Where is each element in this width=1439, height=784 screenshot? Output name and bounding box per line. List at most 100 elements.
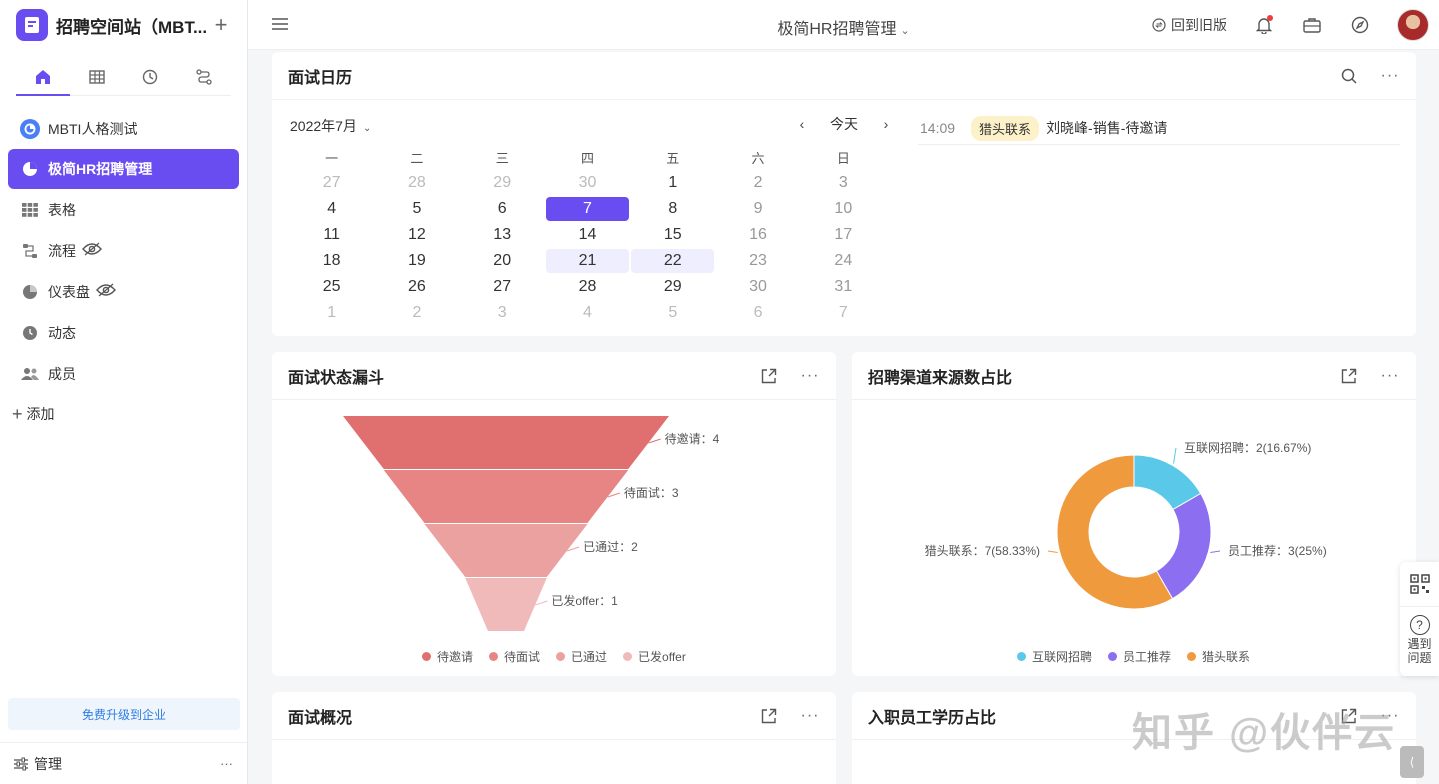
month-picker[interactable]: 2022年7月 ⌄ (290, 116, 371, 136)
calendar-day[interactable]: 21 (545, 249, 630, 273)
calendar-day[interactable]: 25 (290, 275, 373, 299)
funnel-segment[interactable] (465, 578, 547, 631)
calendar-day[interactable]: 5 (375, 197, 458, 221)
tab-dashboard[interactable] (124, 58, 178, 95)
calendar-day[interactable]: 2 (375, 301, 458, 325)
upgrade-button[interactable]: 免费升级到企业 (8, 698, 240, 730)
expand-icon[interactable] (759, 366, 779, 386)
calendar-day[interactable]: 2 (716, 171, 799, 195)
calendar-day[interactable]: 18 (290, 249, 373, 273)
calendar-day[interactable]: 4 (546, 301, 629, 325)
calendar-day[interactable]: 1 (631, 171, 714, 195)
legend-item[interactable]: 员工推荐 (1108, 648, 1171, 665)
funnel-segment[interactable] (383, 470, 629, 523)
calendar-day[interactable]: 23 (716, 249, 799, 273)
sidebar-item-tables[interactable]: 表格 (0, 189, 247, 230)
donut-label-line (1047, 550, 1058, 553)
calendar-day[interactable]: 29 (631, 275, 714, 299)
calendar-day[interactable]: 9 (716, 197, 799, 221)
calendar-day[interactable]: 17 (802, 223, 885, 247)
calendar-day[interactable]: 7 (802, 301, 885, 325)
chevron-right-icon[interactable]: › (876, 116, 896, 132)
calendar-day[interactable]: 15 (631, 223, 714, 247)
add-button[interactable]: + 添加 (0, 394, 247, 434)
calendar-day[interactable]: 6 (461, 197, 544, 221)
workspace-title[interactable]: 招聘空间站（MBT... (56, 13, 211, 38)
calendar-day[interactable]: 13 (461, 223, 544, 247)
qr-code-icon[interactable] (1400, 562, 1439, 607)
sidebar-item-dashboard[interactable]: 仪表盘 (0, 271, 247, 312)
calendar-day[interactable]: 3 (461, 301, 544, 325)
manage-button[interactable]: 管理 (34, 754, 220, 774)
expand-icon[interactable] (759, 706, 779, 726)
calendar-day[interactable]: 16 (716, 223, 799, 247)
more-icon[interactable]: ··· (1380, 366, 1400, 386)
legend-item[interactable]: 已通过 (556, 648, 607, 665)
avatar[interactable] (1397, 9, 1429, 41)
donut-slice[interactable] (1155, 492, 1212, 600)
more-icon[interactable]: ··· (1380, 66, 1400, 86)
legend-item[interactable]: 待面试 (489, 648, 540, 665)
more-icon[interactable]: ··· (800, 366, 820, 386)
calendar-day[interactable]: 11 (290, 223, 373, 247)
more-icon[interactable]: ··· (220, 756, 233, 771)
calendar-day[interactable]: 4 (290, 197, 373, 221)
calendar-day[interactable]: 29 (461, 171, 544, 195)
calendar-day[interactable]: 24 (802, 249, 885, 273)
eye-icon[interactable] (96, 283, 116, 300)
legend-dot (1108, 652, 1118, 661)
calendar-day[interactable]: 20 (461, 249, 544, 273)
more-icon[interactable]: ··· (800, 706, 820, 726)
calendar-day[interactable]: 27 (290, 171, 373, 195)
legend-dot (623, 652, 633, 661)
sidebar-item-activity[interactable]: 动态 (0, 312, 247, 353)
compass-icon[interactable] (1349, 14, 1371, 36)
legend-item[interactable]: 互联网招聘 (1017, 648, 1092, 665)
sidebar-item-hr[interactable]: 极简HR招聘管理 (8, 149, 239, 189)
legend-item[interactable]: 待邀请 (422, 648, 473, 665)
briefcase-icon[interactable] (1301, 14, 1323, 36)
donut-chart: 互联网招聘：2(16.67%) 员工推荐：3(25%) 猎头联系：7(58.33%) (925, 441, 1327, 610)
tab-flow[interactable] (177, 58, 231, 95)
calendar-day[interactable]: 31 (802, 275, 885, 299)
sidebar-item-flow[interactable]: 流程 (0, 230, 247, 271)
calendar-day[interactable]: 5 (631, 301, 714, 325)
funnel-segment[interactable] (424, 524, 588, 577)
calendar-event[interactable]: 14:09 猎头联系 刘晓峰-销售-待邀请 (918, 112, 1400, 145)
tab-home[interactable] (16, 58, 70, 96)
search-icon[interactable] (1339, 66, 1359, 86)
calendar-day[interactable]: 3 (802, 171, 885, 195)
card-title: 招聘渠道来源数占比 (868, 369, 1013, 387)
chevron-left-icon[interactable]: ‹ (792, 116, 812, 132)
collapse-button[interactable]: ⟨ (1400, 746, 1424, 778)
calendar-day[interactable]: 14 (546, 223, 629, 247)
topbar: 极简HR招聘管理 ⌄ 回到旧版 (248, 0, 1439, 50)
calendar-day[interactable]: 10 (802, 197, 885, 221)
legend-item[interactable]: 猎头联系 (1187, 648, 1250, 665)
calendar-day[interactable]: 12 (375, 223, 458, 247)
calendar-day[interactable]: 7 (545, 197, 630, 221)
calendar-day[interactable]: 6 (716, 301, 799, 325)
expand-icon[interactable] (1339, 366, 1359, 386)
calendar-day[interactable]: 28 (375, 171, 458, 195)
calendar-day[interactable]: 8 (631, 197, 714, 221)
legend-item[interactable]: 已发offer (623, 648, 686, 665)
add-workspace-icon[interactable]: + (211, 14, 231, 36)
sidebar-item-mbti[interactable]: MBTI人格测试 (0, 108, 247, 149)
eye-icon[interactable] (82, 242, 102, 259)
calendar-day[interactable]: 28 (546, 275, 629, 299)
today-button[interactable]: 今天 (830, 114, 858, 134)
calendar-day[interactable]: 22 (631, 249, 715, 273)
help-button[interactable]: ? 遇到 问题 (1400, 607, 1439, 665)
funnel-segment[interactable] (343, 416, 669, 469)
tab-tables[interactable] (70, 58, 124, 95)
calendar-day[interactable]: 26 (375, 275, 458, 299)
back-to-old-version-button[interactable]: 回到旧版 (1152, 15, 1227, 35)
calendar-day[interactable]: 30 (716, 275, 799, 299)
notification-bell-icon[interactable] (1253, 14, 1275, 36)
calendar-day[interactable]: 19 (375, 249, 458, 273)
calendar-day[interactable]: 30 (546, 171, 629, 195)
sidebar-item-members[interactable]: 成员 (0, 353, 247, 394)
calendar-day[interactable]: 27 (461, 275, 544, 299)
calendar-day[interactable]: 1 (290, 301, 373, 325)
